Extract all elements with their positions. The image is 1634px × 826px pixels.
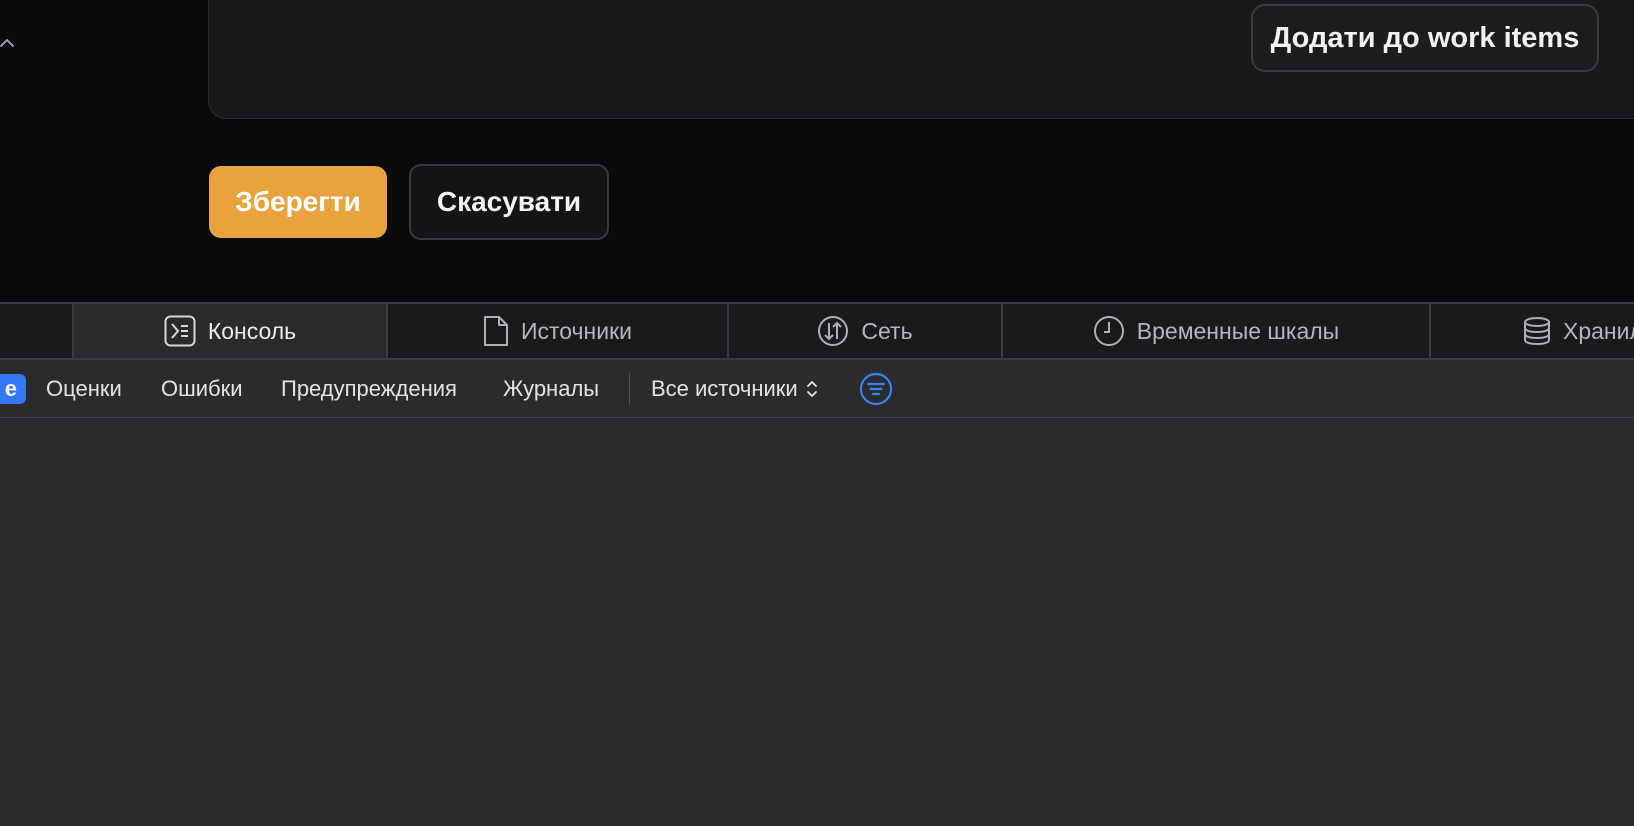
add-to-work-items-button[interactable]: Додати до work items bbox=[1251, 4, 1599, 72]
filter-logs[interactable]: Журналы bbox=[503, 374, 599, 404]
console-output[interactable] bbox=[0, 418, 1634, 826]
filter-divider bbox=[629, 373, 630, 405]
filter-icon[interactable] bbox=[859, 372, 893, 406]
sources-select[interactable]: Все источники bbox=[651, 374, 818, 404]
devtools-tab-bar: Консоль Источники Сеть Временные шкалы Х… bbox=[0, 302, 1634, 360]
console-icon bbox=[164, 315, 196, 347]
filter-errors[interactable]: Ошибки bbox=[161, 374, 243, 404]
tab-sources[interactable]: Источники bbox=[388, 304, 729, 358]
console-filter-bar: е Оценки Ошибки Предупреждения Журналы В… bbox=[0, 360, 1634, 418]
tab-label: Временные шкалы bbox=[1136, 317, 1340, 344]
storage-icon bbox=[1524, 317, 1550, 346]
app-content: Додати до work items Зберегти Скасувати bbox=[0, 0, 1634, 302]
up-down-chevron-icon bbox=[806, 381, 817, 397]
tab-console[interactable]: Консоль bbox=[74, 304, 388, 358]
tab-label: Хранил bbox=[1563, 317, 1634, 344]
clock-icon bbox=[1093, 316, 1124, 346]
sources-select-label: Все источники bbox=[651, 376, 798, 401]
tab-network[interactable]: Сеть bbox=[729, 304, 1003, 358]
filter-all-pill[interactable]: е bbox=[0, 374, 26, 404]
chevron-up-icon[interactable] bbox=[0, 34, 18, 52]
network-icon bbox=[818, 316, 849, 346]
tab-storage[interactable]: Хранил bbox=[1431, 304, 1634, 358]
filter-warnings[interactable]: Предупреждения bbox=[281, 374, 457, 404]
tab-label: Источники bbox=[520, 317, 633, 344]
filter-evaluations[interactable]: Оценки bbox=[46, 374, 122, 404]
cancel-button[interactable]: Скасувати bbox=[409, 164, 609, 240]
tab-hidden[interactable] bbox=[0, 304, 74, 358]
tab-label: Сеть bbox=[861, 317, 913, 344]
tab-timelines[interactable]: Временные шкалы bbox=[1003, 304, 1431, 358]
document-icon bbox=[483, 316, 508, 346]
tab-label: Консоль bbox=[207, 317, 297, 344]
save-button[interactable]: Зберегти bbox=[209, 166, 387, 238]
